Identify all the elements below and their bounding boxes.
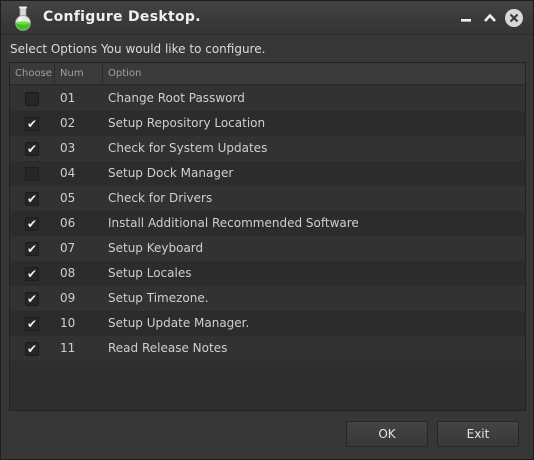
row-checkbox[interactable]: ✔	[25, 317, 39, 331]
row-option: Read Release Notes	[108, 341, 228, 355]
row-num: 09	[60, 291, 76, 305]
column-header-option[interactable]: Option	[103, 63, 525, 84]
list-row[interactable]: ✔ 02 Setup Repository Location	[10, 111, 525, 136]
row-checkbox[interactable]: ✔	[25, 192, 39, 206]
row-checkbox[interactable]: ✔	[25, 142, 39, 156]
row-num: 05	[60, 191, 76, 205]
window-title: Configure Desktop.	[43, 9, 201, 25]
row-num: 04	[60, 166, 76, 180]
row-num: 07	[60, 241, 76, 255]
list-row[interactable]: ✔ 10 Setup Update Manager.	[10, 311, 525, 336]
row-option: Setup Repository Location	[108, 116, 266, 130]
checkmark-icon: ✔	[26, 117, 38, 131]
row-checkbox[interactable]: ✔	[25, 217, 39, 231]
checkmark-icon: ✔	[26, 217, 38, 231]
row-checkbox[interactable]: ✔	[25, 342, 39, 356]
row-checkbox[interactable]	[25, 92, 39, 106]
row-option: Change Root Password	[108, 91, 245, 105]
row-checkbox[interactable]: ✔	[25, 242, 39, 256]
row-option: Check for Drivers	[108, 191, 213, 205]
list-row[interactable]: ✔ 09 Setup Timezone.	[10, 286, 525, 311]
list-header: Choose Num Option	[10, 63, 525, 85]
row-checkbox[interactable]	[25, 167, 39, 181]
row-num: 03	[60, 141, 76, 155]
list-row[interactable]: 01 Change Root Password	[10, 86, 525, 111]
row-num: 01	[60, 91, 76, 105]
instructions-label: Select Options You would like to configu…	[10, 42, 266, 56]
list-row[interactable]: 04 Setup Dock Manager	[10, 161, 525, 186]
ok-button[interactable]: OK	[346, 421, 428, 447]
list-row[interactable]: ✔ 08 Setup Locales	[10, 261, 525, 286]
checkmark-icon: ✔	[26, 317, 38, 331]
column-header-num[interactable]: Num	[55, 63, 103, 84]
checkmark-icon: ✔	[26, 142, 38, 156]
column-header-choose[interactable]: Choose	[10, 63, 55, 84]
flask-icon	[11, 6, 35, 32]
list-row[interactable]: ✔ 11 Read Release Notes	[10, 336, 525, 361]
list-row[interactable]: ✔ 03 Check for System Updates	[10, 136, 525, 161]
chevron-up-icon[interactable]	[481, 9, 499, 27]
checkmark-icon: ✔	[26, 192, 38, 206]
checkmark-icon: ✔	[26, 292, 38, 306]
row-checkbox[interactable]: ✔	[25, 292, 39, 306]
list-row[interactable]: ✔ 07 Setup Keyboard	[10, 236, 525, 261]
title-bar[interactable]: Configure Desktop.	[1, 1, 533, 35]
checkmark-icon: ✔	[26, 267, 38, 281]
list-row[interactable]: ✔ 05 Check for Drivers	[10, 186, 525, 211]
close-icon[interactable]	[505, 9, 523, 27]
list-row[interactable]: ✔ 06 Install Additional Recommended Soft…	[10, 211, 525, 236]
row-checkbox[interactable]: ✔	[25, 117, 39, 131]
row-option: Install Additional Recommended Software	[108, 216, 359, 230]
checkmark-icon: ✔	[26, 242, 38, 256]
row-checkbox[interactable]: ✔	[25, 267, 39, 281]
row-num: 10	[60, 316, 76, 330]
exit-button[interactable]: Exit	[437, 421, 519, 447]
row-num: 11	[60, 341, 76, 355]
minimize-icon[interactable]	[457, 9, 475, 27]
row-option: Setup Dock Manager	[108, 166, 234, 180]
configure-desktop-window: Configure Desktop. Select Options You wo…	[0, 0, 534, 460]
row-option: Setup Locales	[108, 266, 192, 280]
checkmark-icon: ✔	[26, 342, 38, 356]
row-option: Setup Keyboard	[108, 241, 204, 255]
row-num: 08	[60, 266, 76, 280]
row-option: Setup Timezone.	[108, 291, 209, 305]
row-num: 02	[60, 116, 76, 130]
options-list: Choose Num Option 01 Change Root Passwor…	[9, 62, 526, 411]
row-option: Check for System Updates	[108, 141, 268, 155]
row-num: 06	[60, 216, 76, 230]
row-option: Setup Update Manager.	[108, 316, 250, 330]
